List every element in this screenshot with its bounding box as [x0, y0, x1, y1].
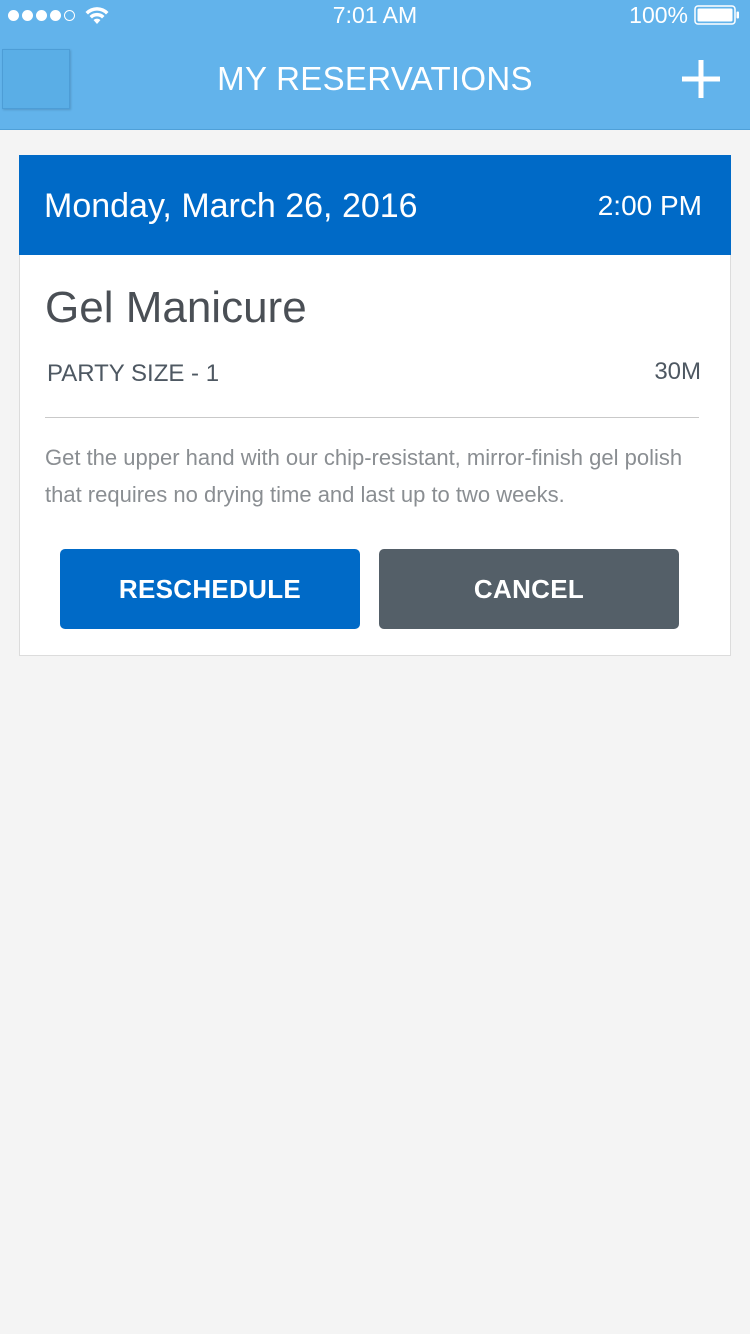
reservation-date: Monday, March 26, 2016 — [44, 187, 418, 225]
service-name: Gel Manicure — [45, 283, 307, 332]
plus-icon[interactable] — [680, 58, 722, 100]
service-duration: 30M — [654, 358, 701, 385]
divider — [45, 417, 699, 418]
status-bar: 7:01 AM 100% — [0, 0, 750, 32]
reservation-time: 2:00 PM — [597, 190, 702, 221]
battery-percent: 100% — [629, 2, 688, 28]
app-header: 7:01 AM 100% MY RESERVATIONS — [0, 0, 750, 130]
reschedule-button[interactable]: RESCHEDULE — [60, 549, 360, 629]
page-title: MY RESERVATIONS — [217, 60, 533, 97]
reservation-card-header: Monday, March 26, 2016 2:00 PM — [19, 155, 731, 255]
reservation-card: Monday, March 26, 2016 2:00 PM Gel Manic… — [19, 155, 731, 656]
battery-icon — [694, 5, 739, 25]
party-size: PARTY SIZE - 1 — [47, 360, 220, 387]
service-description: Get the upper hand with our chip-resista… — [45, 445, 683, 507]
cancel-button[interactable]: CANCEL — [379, 549, 679, 629]
